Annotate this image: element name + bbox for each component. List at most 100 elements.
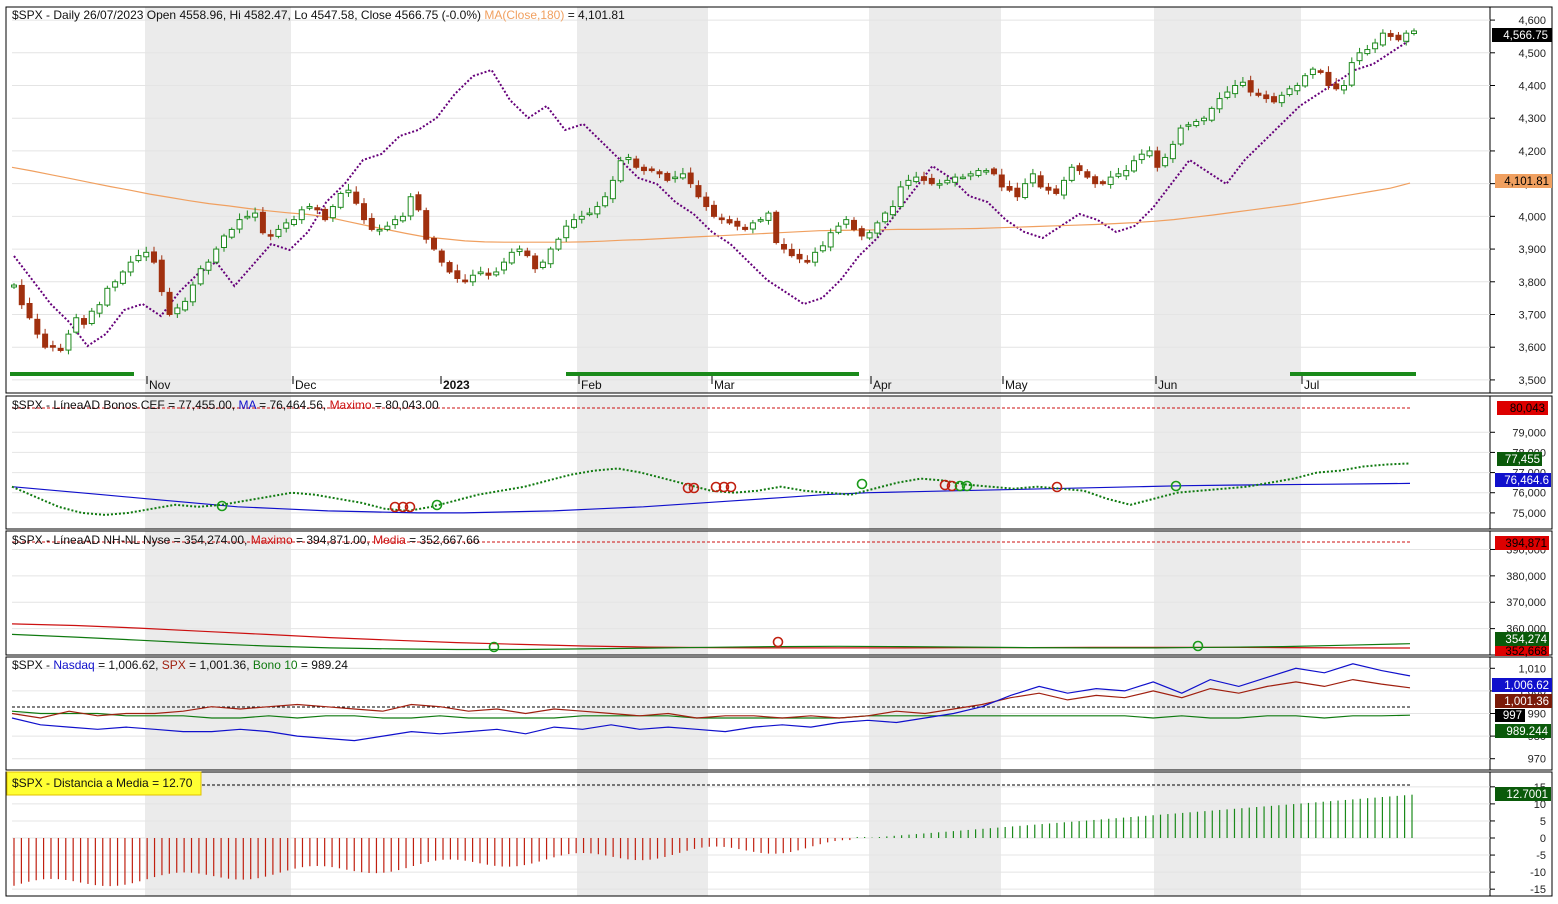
candle-body [423,210,430,240]
candle-body [81,318,87,325]
candle-body [1356,52,1363,62]
candle-body [1037,175,1044,188]
month-band [1154,396,1301,529]
candle-body [773,211,780,244]
candle-body [547,248,554,265]
candle-body [454,270,461,280]
candle-body [679,173,686,179]
candle-body [135,255,142,262]
ref-tag: 997 [1495,709,1525,722]
bonos-panel-header: $SPX - LíneaAD Bonos CEF = 77,455.00, MA… [12,398,439,412]
candle-body [936,183,943,186]
candle-body [656,171,663,175]
candle-body [991,168,997,175]
tick-label: 75,000 [1512,508,1546,520]
tick-label: 990 [1528,709,1546,721]
candle-body [921,176,927,181]
candle-body [314,207,321,211]
distance-panel-header: $SPX - Distancia a Media = 12.70 [12,776,193,790]
tick-label: 4,500 [1518,48,1546,60]
candle-body [1146,150,1153,157]
candle-body [695,185,702,198]
candle-body [1224,91,1231,98]
candle-body [835,225,842,233]
candle-body [1053,188,1060,194]
candle-body [166,291,173,315]
candle-body [1239,81,1246,87]
candle-body [431,237,437,250]
candle-body [291,219,297,225]
candle-body [1387,33,1394,37]
candle-body [711,204,717,217]
candle-body [42,333,49,348]
month-label: Jun [1158,378,1177,392]
candle-body [998,174,1005,188]
month-label: Feb [581,378,602,392]
bonos-ma-tag: 76,464.6 [1495,473,1551,487]
candle-body [1286,88,1293,96]
candle-body [127,261,134,273]
candle-body [329,206,336,219]
candle-body [143,251,150,258]
candle-body [151,251,157,263]
svg-text:354,274: 354,274 [1505,634,1547,646]
stock-chart[interactable]: 3,5003,6003,7003,8003,9004,0004,1004,200… [0,0,1558,904]
candle-body [1201,117,1207,122]
tick-label: 4,600 [1518,15,1546,27]
candle-body [399,215,406,222]
month-band [145,7,291,393]
month-label: Apr [873,378,892,392]
candle-body [524,250,531,257]
candle-body [672,176,679,180]
candle-body [259,211,266,234]
candle-body [438,250,445,263]
month-label: Jul [1304,378,1319,392]
month-band [1154,7,1301,393]
candle-body [609,179,616,200]
candle-body [361,203,367,221]
candle-body [975,170,982,176]
candle-body [182,300,189,311]
candle-body [1029,173,1036,184]
candle-body [1022,183,1029,199]
candle-body [244,215,251,219]
candle-body [905,179,912,186]
candle-body [1379,32,1386,46]
candle-body [1068,166,1075,181]
candle-body [983,170,990,173]
tick-label: 4,400 [1518,81,1546,93]
candle-body [298,209,305,221]
candle-body [1099,181,1106,185]
candle-body [796,253,803,260]
svg-text:80,043: 80,043 [1510,403,1545,415]
nhnl-max-tag: 394,871 [1495,536,1549,550]
candle-body [664,172,671,181]
tick-label: 3,700 [1518,309,1546,321]
candle-body [205,261,212,271]
candle-body [267,234,274,237]
candle-body [501,261,507,271]
candle-body [462,279,469,283]
candle-body [781,243,787,250]
candle-body [959,176,966,180]
candle-body [742,226,749,230]
candle-body [508,251,515,264]
candle-body [602,196,609,207]
candle-body [851,219,857,230]
svg-text:77,455: 77,455 [1505,454,1540,466]
price-panel-header: $SPX - Daily 26/07/2023 Open 4558.96, Hi… [12,8,625,22]
candle-body [617,160,624,182]
candle-body [1185,124,1192,127]
tick-label: 4,200 [1518,146,1546,158]
candle-body [112,281,119,288]
candle-body [812,251,819,263]
candle-body [477,271,484,275]
tick-label: 3,800 [1518,277,1546,289]
month-band [577,772,708,896]
candle-body [1317,70,1324,73]
candle-body [1061,179,1067,196]
candle-body [952,176,959,183]
candle-body [252,212,259,218]
candle-body [1395,34,1402,41]
svg-text:4,101.81: 4,101.81 [1504,176,1549,188]
